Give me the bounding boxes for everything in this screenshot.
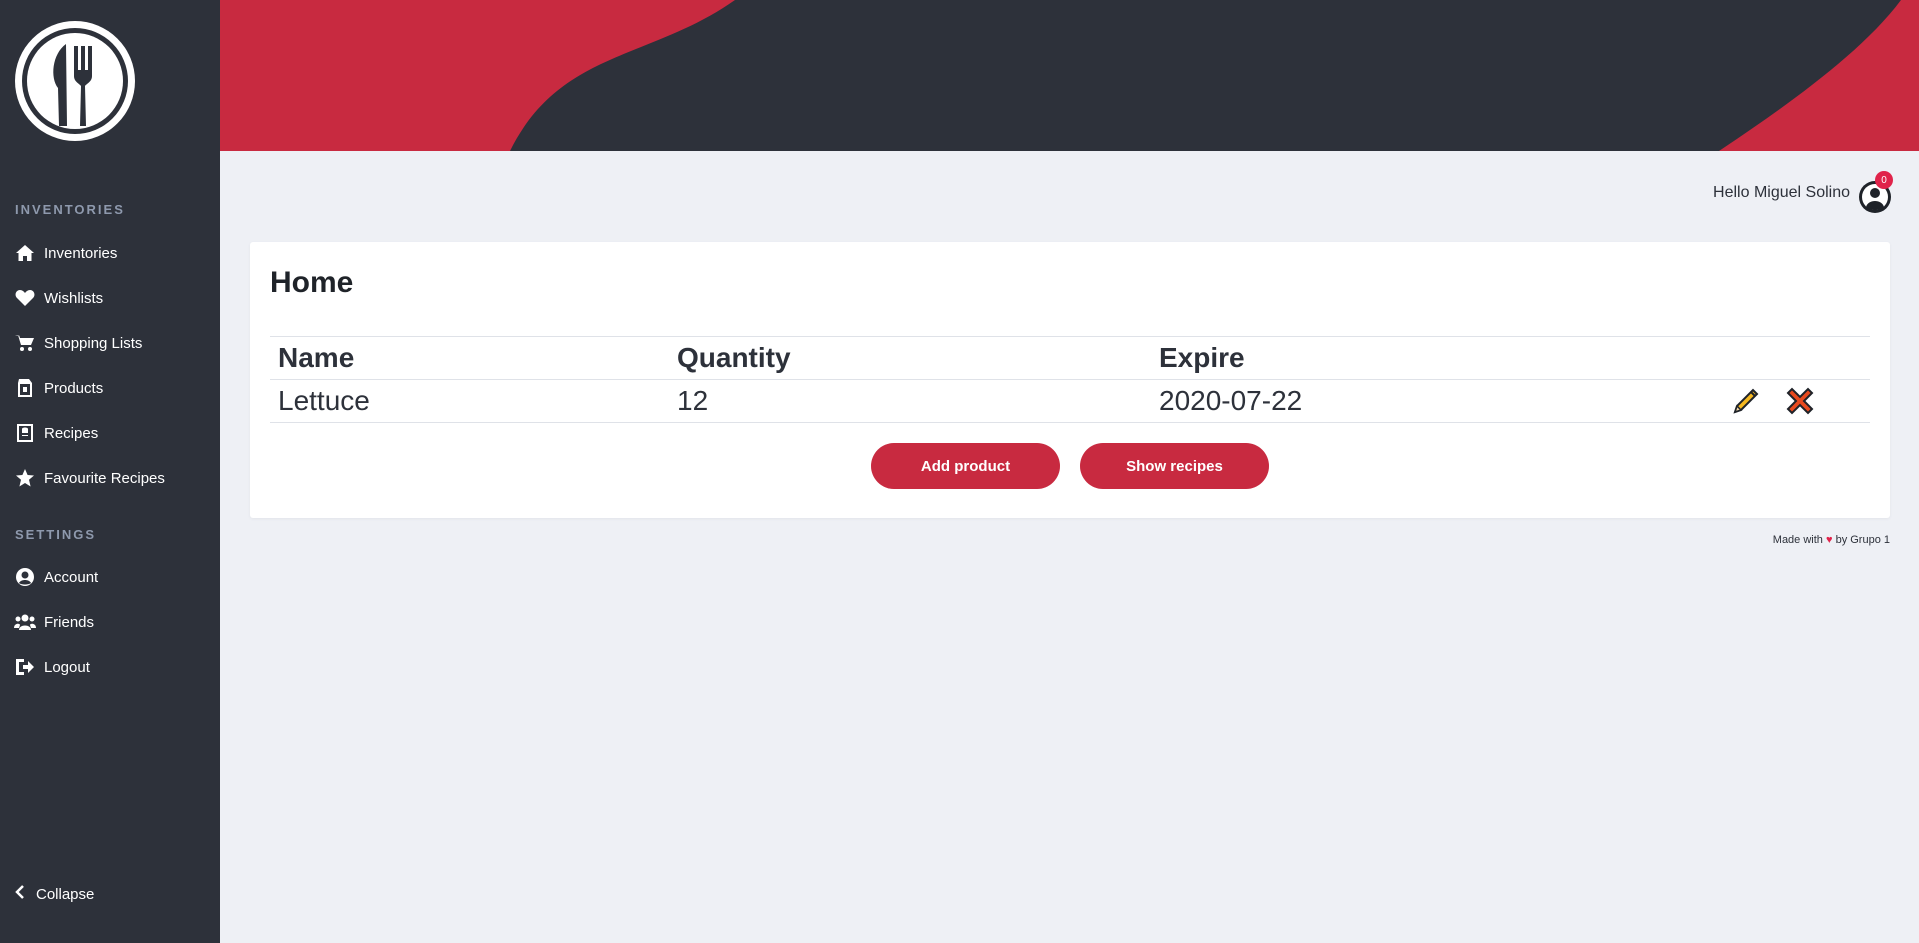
- cell-expire: 2020-07-22: [1151, 379, 1711, 423]
- sidebar-item-label: Friends: [44, 613, 95, 631]
- add-product-button[interactable]: Add product: [871, 443, 1060, 489]
- column-header-expire: Expire: [1151, 336, 1711, 380]
- cell-name: Lettuce: [270, 379, 669, 423]
- sidebar-item-products[interactable]: Products: [14, 373, 103, 403]
- sidebar-item-recipes[interactable]: Recipes: [14, 418, 98, 448]
- inventory-table: Name Quantity Expire Lettuce 12 2020-07-…: [270, 336, 1870, 423]
- chevron-left-icon: [14, 885, 26, 904]
- sidebar-item-shopping-lists[interactable]: Shopping Lists: [14, 328, 142, 358]
- heart-icon: [14, 287, 36, 309]
- sidebar-item-label: Logout: [44, 658, 90, 676]
- cart-icon: [14, 332, 36, 354]
- sidebar-item-label: Wishlists: [44, 289, 104, 307]
- sidebar-item-label: Favourite Recipes: [44, 469, 165, 487]
- sidebar-item-favourite-recipes[interactable]: Favourite Recipes: [14, 463, 165, 493]
- header-banner: [220, 0, 1919, 151]
- column-header-actions: [1711, 336, 1870, 380]
- sidebar-item-label: Products: [44, 379, 104, 397]
- table-header-row: Name Quantity Expire: [270, 336, 1870, 380]
- sidebar-item-logout[interactable]: Logout: [14, 652, 90, 682]
- footer-prefix: Made with: [1772, 534, 1823, 546]
- cell-actions: [1711, 379, 1870, 423]
- sidebar-item-wishlists[interactable]: Wishlists: [14, 283, 103, 313]
- logo-icon: [14, 20, 136, 142]
- edit-pencil-icon[interactable]: [1727, 382, 1765, 420]
- section-title-settings: SETTINGS: [15, 527, 97, 542]
- footer-credit: Made with ♥ by Grupo 1: [1773, 534, 1890, 546]
- recipe-book-icon: [14, 422, 36, 444]
- sidebar-item-label: Inventories: [44, 244, 118, 262]
- column-header-name: Name: [270, 336, 669, 380]
- home-card: Home Name Quantity Expire Lettuce 12 202…: [250, 242, 1890, 518]
- heart-icon: ♥: [1825, 534, 1833, 546]
- sidebar: INVENTORIES Inventories Wishlists Shoppi…: [0, 0, 220, 943]
- cell-quantity: 12: [669, 379, 1151, 423]
- notification-badge: 0: [1875, 171, 1893, 189]
- sidebar-item-label: Account: [44, 568, 99, 586]
- section-title-inventories: INVENTORIES: [15, 202, 125, 217]
- sidebar-item-inventories[interactable]: Inventories: [14, 238, 117, 268]
- user-circle-icon: [14, 566, 36, 588]
- delete-x-icon[interactable]: [1781, 382, 1819, 420]
- sidebar-item-friends[interactable]: Friends: [14, 607, 94, 637]
- collapse-label: Collapse: [36, 886, 95, 903]
- users-icon: [14, 611, 36, 633]
- sidebar-item-account[interactable]: Account: [14, 562, 98, 592]
- show-recipes-button[interactable]: Show recipes: [1080, 443, 1269, 489]
- logout-icon: [14, 656, 36, 678]
- page-title: Home: [270, 266, 354, 299]
- user-greeting: Hello Miguel Solino: [1713, 184, 1850, 201]
- sidebar-item-label: Recipes: [44, 424, 99, 442]
- sidebar-item-label: Shopping Lists: [44, 334, 143, 352]
- column-header-quantity: Quantity: [669, 336, 1151, 380]
- star-icon: [14, 467, 36, 489]
- table-row: Lettuce 12 2020-07-22: [270, 379, 1870, 423]
- box-icon: [14, 377, 36, 399]
- footer-suffix: by Grupo 1: [1835, 534, 1890, 546]
- collapse-button[interactable]: Collapse: [14, 885, 94, 904]
- home-icon: [14, 242, 36, 264]
